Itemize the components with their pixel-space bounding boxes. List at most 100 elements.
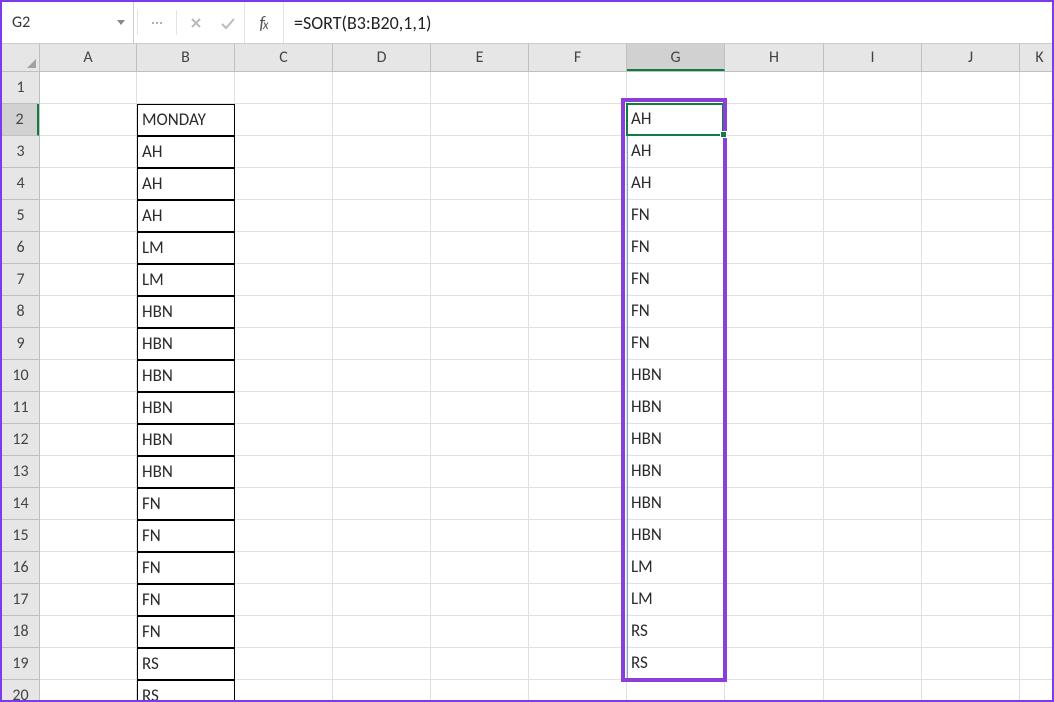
cell-E10[interactable] (431, 360, 529, 392)
row-header-9[interactable]: 9 (2, 328, 39, 360)
cell-A5[interactable] (40, 200, 137, 232)
cell-B3[interactable]: AH (137, 136, 235, 168)
cell-I2[interactable] (824, 104, 922, 136)
cell-K9[interactable] (1020, 328, 1052, 360)
cell-H17[interactable] (725, 584, 824, 616)
cell-J2[interactable] (922, 104, 1020, 136)
cell-B19[interactable]: RS (137, 648, 235, 680)
cell-C4[interactable] (235, 168, 333, 200)
cell-K13[interactable] (1020, 456, 1052, 488)
row-header-6[interactable]: 6 (2, 232, 39, 264)
cell-D16[interactable] (333, 552, 431, 584)
cell-G3[interactable]: AH (627, 136, 725, 168)
cell-C5[interactable] (235, 200, 333, 232)
cell-F3[interactable] (529, 136, 627, 168)
cell-J7[interactable] (922, 264, 1020, 296)
cell-D5[interactable] (333, 200, 431, 232)
cell-J8[interactable] (922, 296, 1020, 328)
cell-I11[interactable] (824, 392, 922, 424)
row-header-15[interactable]: 15 (2, 520, 39, 552)
cell-K10[interactable] (1020, 360, 1052, 392)
cell-E13[interactable] (431, 456, 529, 488)
cell-J4[interactable] (922, 168, 1020, 200)
cell-C8[interactable] (235, 296, 333, 328)
cell-B6[interactable]: LM (137, 232, 235, 264)
cell-E12[interactable] (431, 424, 529, 456)
cell-A4[interactable] (40, 168, 137, 200)
row-header-10[interactable]: 10 (2, 360, 39, 392)
cell-I14[interactable] (824, 488, 922, 520)
cell-I8[interactable] (824, 296, 922, 328)
cell-C17[interactable] (235, 584, 333, 616)
cell-B9[interactable]: HBN (137, 328, 235, 360)
cell-B16[interactable]: FN (137, 552, 235, 584)
cell-F7[interactable] (529, 264, 627, 296)
cell-J5[interactable] (922, 200, 1020, 232)
cell-C18[interactable] (235, 616, 333, 648)
cell-G16[interactable]: LM (627, 552, 725, 584)
cell-K20[interactable] (1020, 680, 1052, 700)
cell-E2[interactable] (431, 104, 529, 136)
cell-I13[interactable] (824, 456, 922, 488)
cell-J20[interactable] (922, 680, 1020, 700)
cell-I17[interactable] (824, 584, 922, 616)
cell-I5[interactable] (824, 200, 922, 232)
cell-I15[interactable] (824, 520, 922, 552)
cell-C7[interactable] (235, 264, 333, 296)
cell-H11[interactable] (725, 392, 824, 424)
cell-K18[interactable] (1020, 616, 1052, 648)
cell-G12[interactable]: HBN (627, 424, 725, 456)
cell-H9[interactable] (725, 328, 824, 360)
cell-D17[interactable] (333, 584, 431, 616)
cell-C19[interactable] (235, 648, 333, 680)
col-header-A[interactable]: A (40, 44, 137, 71)
cell-I12[interactable] (824, 424, 922, 456)
cell-I10[interactable] (824, 360, 922, 392)
cell-A18[interactable] (40, 616, 137, 648)
cell-F15[interactable] (529, 520, 627, 552)
row-header-3[interactable]: 3 (2, 136, 39, 168)
cell-F1[interactable] (529, 72, 627, 104)
cell-E11[interactable] (431, 392, 529, 424)
formula-input[interactable]: =SORT(B3:B20,1,1) (284, 2, 1052, 43)
cell-I7[interactable] (824, 264, 922, 296)
cell-D18[interactable] (333, 616, 431, 648)
cell-D4[interactable] (333, 168, 431, 200)
cell-A7[interactable] (40, 264, 137, 296)
cell-K4[interactable] (1020, 168, 1052, 200)
cell-G18[interactable]: RS (627, 616, 725, 648)
cell-B12[interactable]: HBN (137, 424, 235, 456)
cell-K16[interactable] (1020, 552, 1052, 584)
cell-C13[interactable] (235, 456, 333, 488)
cell-H5[interactable] (725, 200, 824, 232)
cell-D11[interactable] (333, 392, 431, 424)
cell-E18[interactable] (431, 616, 529, 648)
cell-A15[interactable] (40, 520, 137, 552)
cell-E4[interactable] (431, 168, 529, 200)
cell-C2[interactable] (235, 104, 333, 136)
cell-B4[interactable]: AH (137, 168, 235, 200)
select-all-corner[interactable] (2, 44, 40, 72)
row-header-8[interactable]: 8 (2, 296, 39, 328)
row-header-12[interactable]: 12 (2, 424, 39, 456)
cell-J9[interactable] (922, 328, 1020, 360)
cell-A17[interactable] (40, 584, 137, 616)
cell-B20[interactable]: RS (137, 680, 235, 700)
cell-B1[interactable] (137, 72, 235, 104)
cell-D1[interactable] (333, 72, 431, 104)
cell-A12[interactable] (40, 424, 137, 456)
cell-F17[interactable] (529, 584, 627, 616)
cell-G19[interactable]: RS (627, 648, 725, 680)
cell-D8[interactable] (333, 296, 431, 328)
cell-K3[interactable] (1020, 136, 1052, 168)
cell-J11[interactable] (922, 392, 1020, 424)
cell-area[interactable]: MONDAYAHAHAHAHAHAHFNLMFNLMFNHBNFNHBNFNHB… (40, 72, 1052, 700)
cell-D6[interactable] (333, 232, 431, 264)
cell-A10[interactable] (40, 360, 137, 392)
cell-J18[interactable] (922, 616, 1020, 648)
cell-K5[interactable] (1020, 200, 1052, 232)
cell-H2[interactable] (725, 104, 824, 136)
cell-C20[interactable] (235, 680, 333, 700)
cell-D7[interactable] (333, 264, 431, 296)
row-header-1[interactable]: 1 (2, 72, 39, 104)
